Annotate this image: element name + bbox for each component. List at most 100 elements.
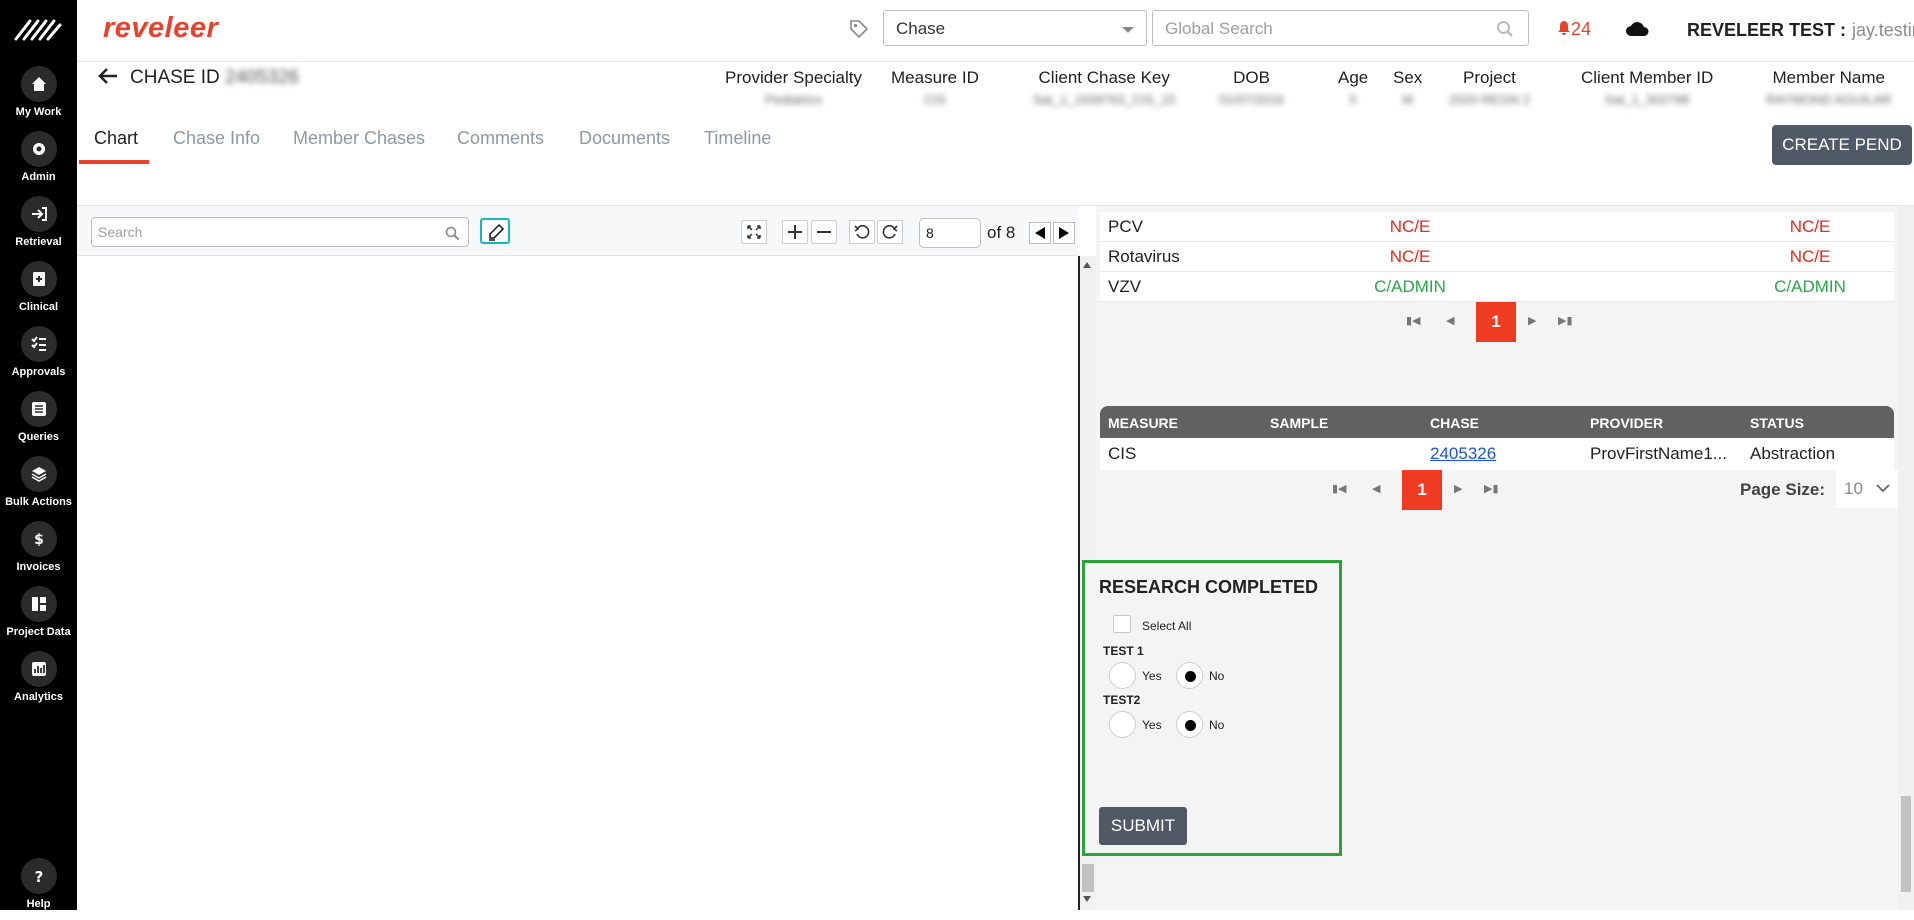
header-label: Client Chase Key [1038,68,1170,87]
next-page-icon[interactable]: ▶ [1454,482,1462,495]
sidebar-item-project-data[interactable]: Project Data [0,586,77,648]
brand-logo[interactable]: reveleer [103,12,218,45]
search-icon[interactable] [1496,20,1514,38]
chase-id-label: CHASE ID [130,67,220,88]
app-logo-icon[interactable] [14,17,62,43]
highlighter-icon [489,223,505,241]
create-pend-button[interactable]: CREATE PEND [1772,125,1912,165]
select-all-checkbox[interactable] [1113,615,1131,633]
top-bar: reveleer Chase Global Search 24 REVELEER… [77,0,1914,62]
zoom-in-button[interactable] [782,220,808,244]
sidebar-item-admin[interactable]: Admin [0,131,77,193]
document-canvas[interactable] [77,256,1078,910]
project-data-icon [20,586,57,622]
previous-page-button[interactable] [1029,222,1051,244]
notifications[interactable]: 24 [1557,19,1591,40]
scrollbar-thumb[interactable] [1901,796,1911,892]
test2-no-radio[interactable] [1176,711,1203,738]
help-icon: ? [20,858,57,894]
header-value: 01/07/2016 [1219,92,1285,107]
sidebar: My Work Admin Retrieval Clinical Approva… [0,0,77,910]
first-page-icon[interactable]: ▮◀ [1332,482,1347,495]
tab-comments[interactable]: Comments [457,128,544,149]
rotate-left-button[interactable] [849,220,875,244]
header-label: Sex [1393,68,1423,87]
chase-link[interactable]: 2405326 [1430,444,1496,464]
chevron-down-icon [1876,484,1890,493]
bell-icon [1558,21,1570,35]
sidebar-item-label: Bulk Actions [5,496,72,508]
tab-chart[interactable]: Chart [94,128,138,149]
rotate-right-button[interactable] [877,220,903,244]
chase-id-value: 2405326 [225,67,299,88]
search-icon[interactable] [445,226,460,241]
document-search-input[interactable]: Search [91,217,469,247]
org-label: REVELEER TEST : [1687,20,1847,40]
sidebar-item-help[interactable]: ? Help [0,858,77,920]
prev-page-icon[interactable]: ◀ [1446,314,1454,327]
sidebar-item-queries[interactable]: Queries [0,391,77,453]
header-label: Member Name [1772,68,1885,87]
rotate-left-icon [854,225,870,239]
header-value: RAYMOND AGUILAR [1766,92,1892,107]
sidebar-item-retrieval[interactable]: Retrieval [0,196,77,258]
column-header[interactable]: SAMPLE [1270,415,1328,431]
tag-icon[interactable] [849,19,869,39]
column-header[interactable]: CHASE [1430,415,1479,431]
sidebar-item-approvals[interactable]: Approvals [0,326,77,388]
project: Project 2020 REGN 2 [1449,68,1530,107]
gear-icon [20,131,57,167]
header-label: Measure ID [891,68,979,87]
tab-chase-info[interactable]: Chase Info [173,128,260,149]
last-page-icon[interactable]: ▶▮ [1484,482,1499,495]
immunization-pager: ▮◀ ◀ 1 ▶ ▶▮ [1406,302,1586,342]
sidebar-item-invoices[interactable]: $ Invoices [0,521,77,583]
tab-timeline[interactable]: Timeline [704,128,771,149]
measure-cell: CIS [1108,444,1137,463]
last-page-icon[interactable]: ▶▮ [1558,314,1573,327]
zoom-out-button[interactable] [811,220,837,244]
column-header[interactable]: STATUS [1750,415,1804,431]
scrollbar-thumb[interactable] [1082,864,1094,892]
first-page-icon[interactable]: ▮◀ [1406,314,1421,327]
next-page-button[interactable] [1053,222,1075,244]
user-info[interactable]: REVELEER TEST :jay.testing [1687,20,1914,41]
sidebar-item-label: Help [26,898,51,910]
header-value: Sat_1_1939763_CIS_15 [1033,92,1176,107]
column-header[interactable]: PROVIDER [1590,415,1663,431]
test2-yes-radio[interactable] [1109,711,1136,738]
page-total: of 8 [987,223,1016,242]
column-header[interactable]: MEASURE [1108,415,1178,431]
tab-member-chases[interactable]: Member Chases [293,128,425,149]
sidebar-item-label: My Work [15,106,62,118]
prev-page-icon[interactable]: ◀ [1372,482,1380,495]
back-arrow-icon[interactable] [97,66,119,86]
sidebar-item-my-work[interactable]: My Work [0,66,77,128]
sidebar-item-label: Clinical [18,301,59,313]
submit-button[interactable]: SUBMIT [1099,807,1187,845]
header-value: 2020 REGN 2 [1449,92,1530,107]
page-number-input[interactable]: 8 [919,218,981,248]
right-panel-scrollbar[interactable] [1898,206,1914,910]
scroll-up-arrow-icon[interactable] [1083,262,1091,268]
tab-documents[interactable]: Documents [579,128,670,149]
select-all-label: Select All [1142,619,1192,633]
current-page[interactable]: 1 [1476,302,1516,342]
test1-yes-radio[interactable] [1109,662,1136,689]
test1-no-radio[interactable] [1176,662,1203,689]
chase-type-select[interactable]: Chase [883,10,1147,46]
highlighter-button[interactable] [480,218,510,244]
sidebar-item-clinical[interactable]: Clinical [0,261,77,323]
sidebar-item-analytics[interactable]: Analytics [0,651,77,713]
cloud-icon[interactable] [1625,21,1649,37]
fit-page-button[interactable] [741,220,767,244]
page-size-label: Page Size: [1740,480,1826,499]
home-icon [20,66,57,102]
immunization-status: NC/E [1789,247,1831,266]
next-page-icon[interactable]: ▶ [1528,314,1536,327]
current-page[interactable]: 1 [1402,470,1442,510]
page-size-select[interactable]: 10 [1836,470,1898,508]
global-search-input[interactable]: Global Search [1152,10,1529,46]
sidebar-item-bulk-actions[interactable]: Bulk Actions [0,456,77,518]
scroll-down-arrow-icon[interactable] [1083,896,1091,902]
